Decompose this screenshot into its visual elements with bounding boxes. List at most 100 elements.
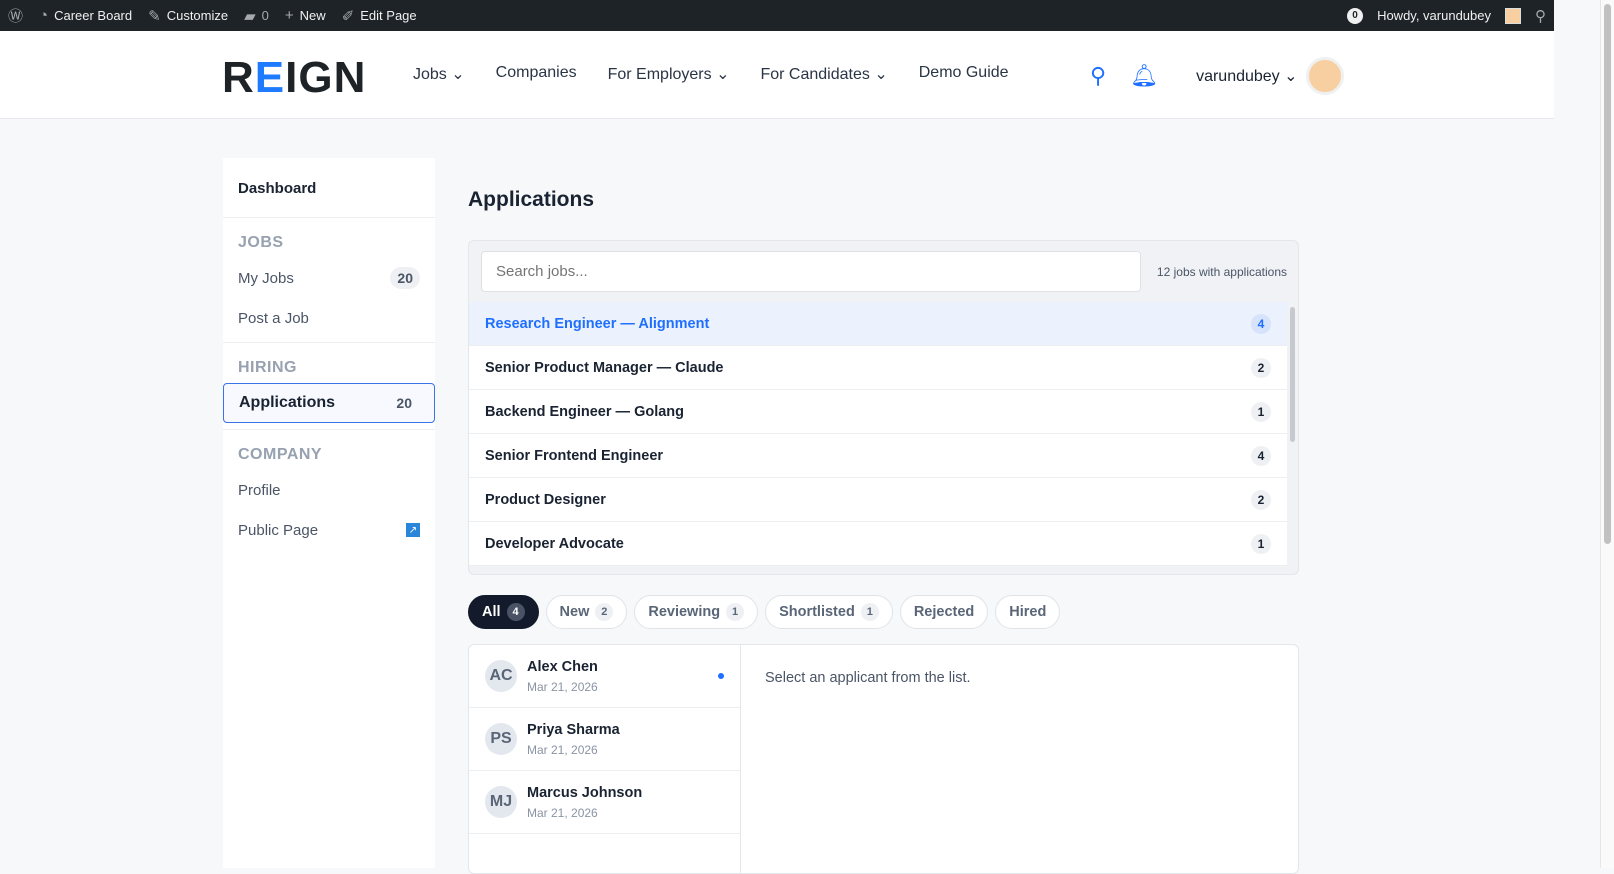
section-company: COMPANY	[238, 446, 323, 463]
count-badge: 1	[1251, 401, 1271, 422]
empty-state: Select an applicant from the list.	[765, 670, 971, 686]
site-header: REIGN Jobs ⌄ Companies For Employers ⌄ F…	[0, 31, 1554, 119]
edit-page-link[interactable]: ✐ Edit Page	[342, 7, 417, 25]
count-badge: 2	[1251, 357, 1271, 378]
job-title: Backend Engineer — Golang	[485, 403, 685, 420]
plus-icon: +	[284, 7, 294, 24]
count-badge: 1	[1251, 533, 1271, 554]
filter-reviewing[interactable]: Reviewing 1	[634, 595, 759, 629]
scrollbar[interactable]	[1290, 307, 1295, 442]
count-badge: 4	[1251, 313, 1271, 334]
job-title: Product Designer	[485, 491, 606, 508]
avatar: PS	[485, 723, 517, 755]
job-row[interactable]: Senior Frontend Engineer 4	[469, 434, 1287, 478]
nav-for-employers[interactable]: For Employers ⌄	[608, 64, 730, 84]
applicant-date: Mar 21, 2026	[527, 679, 598, 694]
applicant-date: Mar 21, 2026	[527, 742, 598, 757]
customize-link[interactable]: ✎ Customize	[148, 7, 228, 25]
filter-label: Hired	[1009, 604, 1047, 620]
count-badge: 20	[390, 267, 420, 289]
dashboard-sidebar: Dashboard JOBS My Jobs 20 Post a Job HIRI…	[223, 158, 435, 868]
unread-dot	[718, 673, 724, 679]
sidebar-item-my-jobs[interactable]: My Jobs 20	[223, 258, 435, 298]
nav-jobs[interactable]: Jobs ⌄	[413, 64, 465, 84]
avatar[interactable]	[1305, 57, 1344, 95]
applicant-name: Alex Chen	[527, 658, 598, 675]
applicant-row[interactable]: PS Priya Sharma Mar 21, 2026	[469, 708, 740, 771]
jobs-panel: 12 jobs with applications Research Engin…	[468, 240, 1299, 575]
filter-rejected[interactable]: Rejected	[899, 595, 989, 629]
job-title: Senior Frontend Engineer	[485, 447, 664, 464]
nav-companies[interactable]: Companies	[496, 64, 577, 84]
filter-label: Reviewing	[648, 604, 721, 620]
pencil-icon: ✐	[341, 7, 355, 25]
user-menu[interactable]: varundubey ⌄	[1196, 66, 1297, 86]
job-title: Research Engineer — Alignment	[485, 315, 710, 332]
reign-logo[interactable]: REIGN	[222, 53, 366, 103]
filter-label: Shortlisted	[779, 604, 855, 620]
filter-all[interactable]: All 4	[468, 595, 539, 629]
applicant-date: Mar 21, 2026	[527, 805, 598, 820]
count-badge: 4	[506, 603, 525, 621]
search-icon[interactable]: ⚲	[1090, 63, 1106, 89]
new-label: New	[299, 8, 326, 23]
filter-label: Rejected	[913, 604, 975, 620]
avatar: AC	[485, 660, 517, 692]
count-badge: 20	[396, 395, 412, 411]
external-link-icon: ↗	[406, 523, 420, 537]
sidebar-item-post-job[interactable]: Post a Job	[223, 298, 435, 338]
applicant-list: AC Alex Chen Mar 21, 2026 PS Priya Sharma Mar…	[469, 645, 741, 873]
applicant-name: Priya Sharma	[527, 721, 620, 738]
filter-label: All	[482, 604, 501, 620]
job-row[interactable]: Developer Advocate 1	[469, 522, 1287, 566]
comments-link[interactable]: ▰ 0	[244, 7, 269, 25]
avatar: MJ	[485, 786, 517, 818]
admin-avatar[interactable]	[1505, 7, 1521, 24]
howdy-link[interactable]: Howdy, varundubey	[1377, 8, 1491, 23]
wordpress-logo-button[interactable]: Ⓦ	[8, 5, 23, 26]
bell-icon[interactable]: 🔔︎	[1130, 63, 1158, 89]
main-nav: Jobs ⌄ Companies For Employers ⌄ For Can…	[413, 64, 1009, 84]
count-badge: 1	[726, 603, 745, 621]
customize-label: Customize	[166, 8, 229, 23]
site-name-link[interactable]: ◔ Career Board	[39, 7, 132, 24]
page-scrollbar[interactable]	[1600, 0, 1614, 868]
comment-icon: ▰	[244, 7, 256, 25]
jobs-count: 12 jobs with applications	[1156, 265, 1287, 279]
applicant-row[interactable]: AC Alex Chen Mar 21, 2026	[469, 645, 740, 708]
job-row[interactable]: Senior Product Manager — Claude 2	[469, 346, 1287, 390]
new-link[interactable]: + New	[285, 7, 326, 24]
job-title: Senior Product Manager — Claude	[485, 359, 724, 376]
section-hiring: HIRING	[238, 359, 297, 376]
notification-badge[interactable]: 0	[1347, 7, 1364, 24]
count-badge: 1	[860, 603, 879, 621]
job-list: Research Engineer — Alignment 4 Senior Pro…	[469, 302, 1287, 566]
count-badge: 2	[595, 603, 614, 621]
search-jobs-input[interactable]	[481, 251, 1141, 292]
search-icon[interactable]: ⚲	[1535, 7, 1546, 25]
filter-shortlisted[interactable]: Shortlisted 1	[765, 595, 893, 629]
count-badge: 4	[1251, 445, 1271, 466]
applications-panel: AC Alex Chen Mar 21, 2026 PS Priya Sharma Mar…	[468, 644, 1299, 874]
sidebar-item-profile[interactable]: Profile	[223, 470, 435, 510]
site-name: Career Board	[54, 8, 133, 23]
filter-new[interactable]: New 2	[545, 595, 628, 629]
filter-hired[interactable]: Hired	[995, 595, 1061, 629]
job-row[interactable]: Product Designer 2	[469, 478, 1287, 522]
job-row[interactable]: Research Engineer — Alignment 4	[469, 302, 1287, 346]
sidebar-item-public-page[interactable]: Public Page ↗	[223, 510, 435, 550]
applicant-row[interactable]: MJ Marcus Johnson Mar 21, 2026	[469, 771, 740, 834]
comments-count: 0	[261, 8, 269, 23]
sidebar-item-applications[interactable]: Applications 20	[223, 383, 435, 423]
applicant-name: Marcus Johnson	[527, 784, 643, 801]
sidebar-title[interactable]: Dashboard	[223, 158, 435, 218]
nav-for-candidates[interactable]: For Candidates ⌄	[760, 64, 887, 84]
edit-label: Edit Page	[360, 8, 417, 23]
admin-bar: Ⓦ ◔ Career Board ✎ Customize ▰ 0 + New ✐ Edit…	[0, 0, 1554, 31]
status-filters: All 4 New 2 Reviewing 1 Shortlisted 1 Rejected Hi…	[468, 595, 1061, 629]
job-title: Developer Advocate	[485, 535, 624, 552]
job-row[interactable]: Backend Engineer — Golang 1	[469, 390, 1287, 434]
filter-label: New	[559, 604, 590, 620]
count-badge: 2	[1251, 489, 1271, 510]
nav-demo-guide[interactable]: Demo Guide	[919, 64, 1009, 84]
